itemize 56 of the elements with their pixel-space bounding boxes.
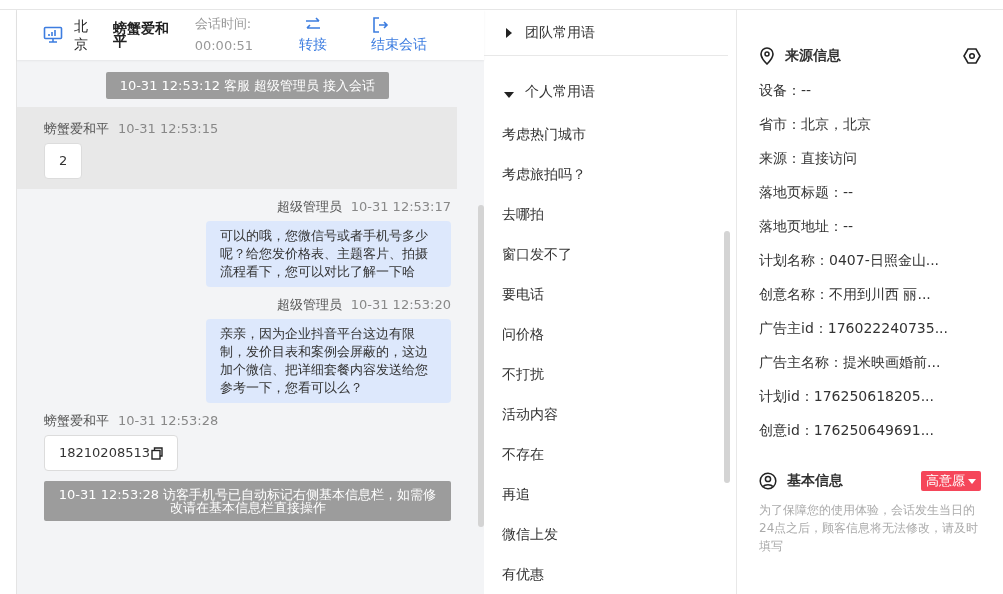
phrase-item[interactable]: 不存在 [484, 434, 736, 474]
intent-dropdown[interactable]: 高意愿 [921, 471, 981, 491]
phrase-item[interactable]: 窗口发不了 [484, 234, 736, 274]
info-field: 计划名称：0407-日照金山... [759, 248, 981, 282]
phrase-item[interactable]: 问价格 [484, 314, 736, 354]
settings-icon[interactable] [963, 47, 981, 65]
phrase-item[interactable]: 再追 [484, 474, 736, 514]
info-field: 广告主名称：提米映画婚前... [759, 350, 981, 384]
message-text: 亲亲，因为企业抖音平台这边有限制，发价目表和案例会屏蔽的，这边加个微信、把详细套餐内容发送给您参考一下，您看可以么？ [220, 325, 429, 397]
info-field: 创意id：176250649691... [759, 418, 981, 452]
sender-name: 螃蟹爱和平 [44, 413, 109, 429]
message-text: 可以的哦，您微信号或者手机号多少呢？给您发价格表、主题客片、拍摄流程看下，您可以对比了解一下哈 [220, 227, 429, 281]
duration-value: 00:00:51 [194, 37, 254, 55]
location-text: 北京 [74, 16, 89, 54]
phrase-item[interactable]: 考虑旅拍吗？ [484, 154, 736, 194]
notice-text: 为了保障您的使用体验，会话发生当日的24点之后，顾客信息将无法修改，请及时填写 [759, 502, 980, 555]
phrase-item[interactable]: 活动内容 [484, 394, 736, 434]
copy-icon[interactable] [151, 446, 163, 460]
info-field: 落地页标题：-- [759, 180, 981, 214]
monitor-icon [43, 26, 63, 44]
message-time: 10-31 12:53:20 [350, 297, 451, 313]
phrase-item[interactable]: 微信上发 [484, 514, 736, 554]
info-field: 计划id：176250618205... [759, 384, 981, 418]
transfer-button[interactable]: 转接 [299, 16, 328, 54]
section-title: 基本信息 [787, 472, 843, 490]
phrase-item[interactable]: 有优惠 [484, 554, 736, 594]
message-text: 18210208513 [59, 444, 150, 462]
info-field: 创意名称：不用到川西 丽... [759, 282, 981, 316]
phrase-item[interactable]: 要电话 [484, 274, 736, 314]
phrase-item[interactable]: 不打扰 [484, 354, 736, 394]
message-time: 10-31 12:53:28 [118, 413, 219, 429]
message-time: 10-31 12:53:15 [118, 121, 219, 137]
section-title: 来源信息 [785, 47, 841, 65]
phrase-item[interactable]: 去哪拍 [484, 194, 736, 234]
duration-label: 会话时间: [194, 15, 253, 33]
info-field: 来源：直接访问 [759, 146, 981, 180]
phrase-group-header[interactable]: 团队常用语 [484, 10, 728, 57]
system-notice: 10-31 12:53:12 客服 超级管理员 接入会话 [105, 72, 390, 99]
message-text: 2 [59, 152, 68, 170]
phrase-group-header[interactable]: 个人常用语 [484, 56, 728, 104]
end-session-button[interactable]: 结束会话 [371, 16, 428, 54]
visitor-name: 螃蟹爱和平 [112, 21, 170, 49]
info-field: 落地页地址：-- [759, 214, 981, 248]
info-field: 省市：北京，北京 [759, 112, 981, 146]
info-field: 设备：-- [759, 78, 981, 112]
sender-name: 超级管理员 [276, 199, 342, 215]
user-icon [759, 472, 777, 490]
caret-icon [968, 478, 976, 484]
message-time: 10-31 12:53:17 [350, 199, 451, 215]
info-field: 广告主id：176022240735... [759, 316, 981, 350]
sender-name: 螃蟹爱和平 [44, 121, 109, 137]
sender-name: 超级管理员 [276, 297, 342, 313]
location-pin-icon [759, 47, 775, 65]
phrase-item[interactable]: 考虑热门城市 [484, 114, 736, 154]
system-notice: 10-31 12:53:28 访客手机号已自动标记右侧基本信息栏，如需修改请在基本信息栏直接操作 [44, 481, 451, 521]
exit-icon [371, 16, 390, 34]
